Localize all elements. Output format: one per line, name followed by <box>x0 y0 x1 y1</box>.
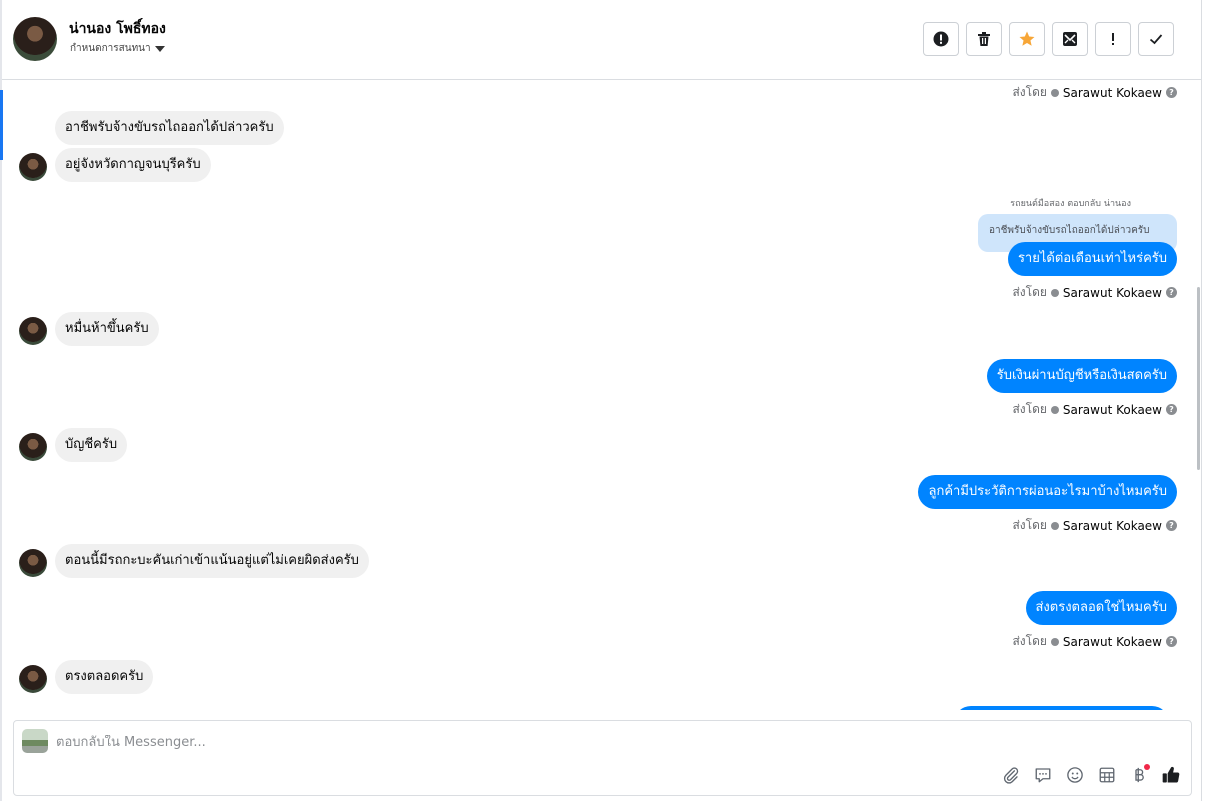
exclamation-icon <box>1112 33 1114 45</box>
sender-name[interactable]: Sarawut Kokaew <box>1063 86 1162 100</box>
message-thread[interactable]: ส่งโดย Sarawut Kokaew ? อาชีพรับจ้างขับร… <box>2 80 1201 710</box>
scrollbar-thumb[interactable] <box>1197 287 1200 470</box>
sent-by-label: ส่งโดย Sarawut Kokaew ? <box>1012 632 1177 651</box>
message-bubble-outgoing[interactable]: รับเงินผ่านบัญชีหรือเงินสดครับ <box>986 359 1177 393</box>
contact-avatar-small[interactable] <box>19 549 47 577</box>
message-bubble-incoming[interactable]: อาชีพรับจ้างขับรถไถออกได้ปล่าวครับ <box>55 111 284 145</box>
conversation-header: น่านอง โพธิ์ทอง กำหนดการสนทนา <box>2 0 1201 80</box>
help-icon[interactable]: ? <box>1166 636 1177 647</box>
sent-by-prefix: ส่งโดย <box>1012 402 1047 416</box>
table-button[interactable] <box>1096 764 1118 786</box>
message-bubble-incoming[interactable]: ตอนนี้มีรถกะบะคันเก่าเข้าแน้นอยู่แต่ไม่เ… <box>55 544 369 578</box>
envelope-icon <box>1063 32 1077 46</box>
paperclip-icon <box>1003 767 1019 784</box>
reply-input[interactable] <box>56 735 956 750</box>
message-bubble-outgoing-partial[interactable] <box>954 706 1169 710</box>
message-bubble-outgoing[interactable]: ลูกค้ามีประวัติการผ่อนอะไรมาบ้างไหมครับ <box>918 475 1177 509</box>
contact-name[interactable]: น่านอง โพธิ์ทอง <box>69 18 166 40</box>
contact-avatar-small[interactable] <box>19 317 47 345</box>
message-bubble-outgoing[interactable]: รายได้ต่อเดือนเท่าไหร่ครับ <box>1007 242 1177 276</box>
sent-check-icon <box>1050 288 1059 297</box>
help-icon[interactable]: ? <box>1166 520 1177 531</box>
sent-check-icon <box>1050 637 1059 646</box>
sender-name[interactable]: Sarawut Kokaew <box>1063 286 1162 300</box>
delete-button[interactable] <box>966 22 1002 56</box>
message-bubble-incoming[interactable]: อยู่จังหวัดกาญจนบุรีครับ <box>55 148 211 182</box>
contact-avatar[interactable] <box>13 17 57 61</box>
attach-button[interactable] <box>1000 764 1022 786</box>
thumbs-up-icon <box>1162 766 1180 783</box>
sent-by-label: ส่งโดย Sarawut Kokaew ? <box>1012 283 1177 302</box>
sent-by-prefix: ส่งโดย <box>1012 518 1047 532</box>
message-bubble-incoming[interactable]: หมื่นห้าขึ้นครับ <box>55 312 159 346</box>
emoji-button[interactable] <box>1064 764 1086 786</box>
message-bubble-incoming[interactable]: บัญชีครับ <box>55 428 128 462</box>
sent-check-icon <box>1050 405 1059 414</box>
sent-check-icon <box>1050 521 1059 530</box>
contact-avatar-small[interactable] <box>19 433 47 461</box>
grid-table-icon <box>1099 767 1115 783</box>
star-icon <box>1019 31 1035 46</box>
sent-by-label: ส่งโดย Sarawut Kokaew ? <box>1012 83 1177 102</box>
sent-by-prefix: ส่งโดย <box>1012 634 1047 648</box>
page-avatar <box>22 729 48 753</box>
smiley-icon <box>1067 767 1083 783</box>
sender-name[interactable]: Sarawut Kokaew <box>1063 403 1162 417</box>
help-icon[interactable]: ? <box>1166 287 1177 298</box>
star-button[interactable] <box>1009 22 1045 56</box>
right-border <box>1201 0 1202 801</box>
caret-down-icon <box>154 45 165 52</box>
alert-circle-icon <box>933 31 949 47</box>
mark-unread-button[interactable] <box>1052 22 1088 56</box>
conversation-status-dropdown[interactable]: กำหนดการสนทนา <box>70 41 165 56</box>
done-button[interactable] <box>1138 22 1174 56</box>
contact-avatar-small[interactable] <box>19 153 47 181</box>
notification-dot <box>1144 764 1150 770</box>
payment-button[interactable] <box>1128 764 1150 786</box>
help-icon[interactable]: ? <box>1166 404 1177 415</box>
report-spam-button[interactable] <box>923 22 959 56</box>
checkmark-icon <box>1149 34 1163 45</box>
reply-context-label: รถยนต์มือสอง ตอบกลับ น่านอง <box>1010 199 1131 209</box>
like-button[interactable] <box>1160 764 1182 786</box>
sent-by-label: ส่งโดย Sarawut Kokaew ? <box>1012 400 1177 419</box>
chat-bubble-icon <box>1035 768 1051 783</box>
sent-by-prefix: ส่งโดย <box>1012 85 1047 99</box>
trash-icon <box>978 32 990 46</box>
message-bubble-incoming[interactable]: ตรงตลอดครับ <box>55 660 154 694</box>
help-icon[interactable]: ? <box>1166 87 1177 98</box>
important-button[interactable] <box>1095 22 1131 56</box>
saved-replies-button[interactable] <box>1032 764 1054 786</box>
sent-check-icon <box>1050 88 1059 97</box>
message-bubble-outgoing[interactable]: ส่งตรงตลอดใช่ไหมครับ <box>1025 591 1177 625</box>
message-composer <box>13 720 1192 796</box>
sender-name[interactable]: Sarawut Kokaew <box>1063 635 1162 649</box>
sent-by-prefix: ส่งโดย <box>1012 285 1047 299</box>
conversation-status-label: กำหนดการสนทนา <box>70 43 151 54</box>
contact-avatar-small[interactable] <box>19 665 47 693</box>
sender-name[interactable]: Sarawut Kokaew <box>1063 519 1162 533</box>
sent-by-label: ส่งโดย Sarawut Kokaew ? <box>1012 516 1177 535</box>
